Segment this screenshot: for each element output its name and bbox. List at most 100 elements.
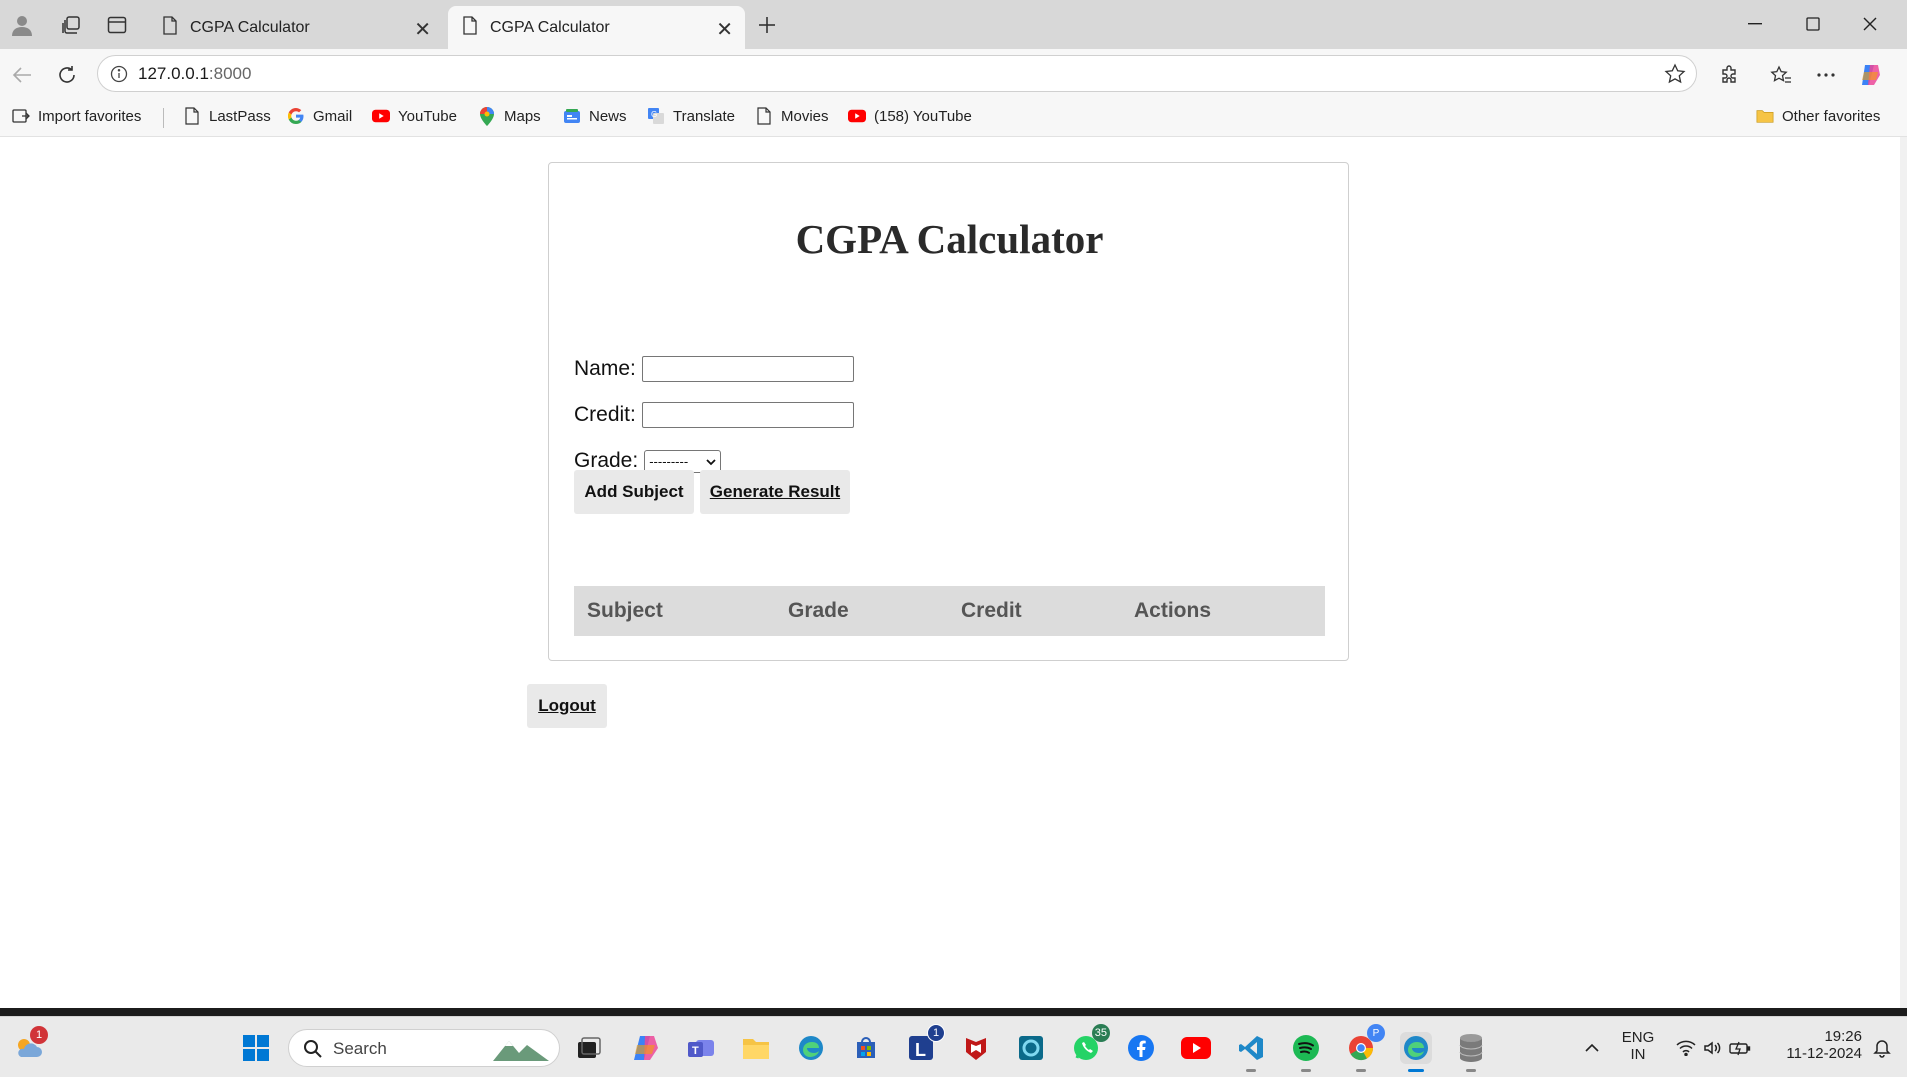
tab-bar: CGPA Calculator ✕ CGPA Calculator ✕ [0,0,1907,49]
microsoft-store-icon[interactable] [850,1032,882,1064]
whatsapp-icon[interactable]: 35 [1070,1024,1110,1064]
close-tab-icon[interactable]: ✕ [716,17,733,42]
tab-actions-icon[interactable] [104,12,130,38]
page-title: CGPA Calculator [795,216,1104,262]
name-input[interactable] [641,356,854,382]
edge-icon[interactable] [795,1032,827,1064]
logout-button[interactable]: Logout [527,684,607,728]
notifications-icon[interactable] [1866,1032,1898,1064]
database-app-icon[interactable] [1455,1032,1487,1072]
close-tab-icon[interactable]: ✕ [414,17,431,42]
profile-avatar-icon[interactable] [9,12,35,38]
search-highlight-art-icon [491,1035,551,1068]
url-host: 127.0.0.1 [138,64,209,83]
back-icon[interactable] [8,61,36,89]
address-bar[interactable]: 127.0.0.1:8000 [97,55,1697,92]
clock[interactable]: 19:26 11-12-2024 [1770,1028,1862,1062]
name-row: Name: [574,356,854,382]
mcafee-icon[interactable] [960,1032,992,1064]
cortana-app-icon[interactable] [1015,1032,1047,1064]
new-tab-icon[interactable] [754,12,780,38]
bookmark-label: Translate [673,107,735,125]
site-info-icon[interactable] [110,65,128,88]
language-line-1: ENG [1621,1029,1655,1046]
weather-badge: 1 [30,1026,48,1044]
add-subject-button[interactable]: Add Subject [574,470,694,514]
credit-label: Credit: [574,403,636,426]
bookmark-movies[interactable]: Movies [755,107,829,125]
task-view-icon[interactable] [573,1032,605,1064]
edge-active-icon[interactable] [1400,1032,1432,1072]
credit-input[interactable] [641,402,854,428]
bookmark-youtube-158[interactable]: (158) YouTube [848,107,972,125]
bookmark-translate[interactable]: G Translate [647,107,735,125]
more-menu-icon[interactable] [1812,61,1840,89]
taskbar-search-box[interactable]: Search [288,1029,560,1067]
chevron-down-icon [706,454,716,469]
clock-time: 19:26 [1824,1028,1862,1045]
favorites-bar: Import favorites LastPass Gmail YouTube … [0,99,1907,137]
column-header-actions: Actions [1134,599,1212,622]
bookmark-lastpass[interactable]: LastPass [183,107,271,125]
name-label: Name: [574,357,636,380]
favorite-star-icon[interactable] [1664,63,1686,90]
tab-cgpa-2[interactable]: CGPA Calculator ✕ [448,6,745,49]
taskbar: 1 Search T L 1 35 P ENG IN 19:26 11-12-2… [0,1016,1907,1077]
calculator-card: CGPA Calculator Name: Credit: Grade: ---… [548,162,1349,661]
tab-title: CGPA Calculator [190,18,310,36]
file-explorer-icon[interactable] [740,1032,772,1064]
maximize-icon[interactable] [1793,10,1833,38]
tab-cgpa-1[interactable]: CGPA Calculator ✕ [148,6,443,49]
bookmark-label: Movies [781,107,829,125]
bookmark-import-favorites[interactable]: Import favorites [12,107,141,125]
facebook-icon[interactable] [1125,1032,1157,1064]
teams-icon[interactable]: T [685,1032,717,1064]
bookmark-label: YouTube [398,107,457,125]
page-icon [183,107,201,125]
weather-widget-icon[interactable]: 1 [12,1026,48,1064]
bookmark-label: Maps [504,107,541,125]
bookmark-separator [163,108,164,128]
language-indicator[interactable]: ENG IN [1618,1029,1658,1063]
favorites-icon[interactable] [1767,61,1795,89]
bookmark-youtube[interactable]: YouTube [372,107,457,125]
clock-date: 11-12-2024 [1786,1045,1862,1062]
svg-text:G: G [651,110,657,119]
bookmark-other-favorites[interactable]: Other favorites [1756,107,1880,125]
page-icon [755,107,773,125]
battery-icon[interactable] [1724,1032,1756,1064]
news-icon [563,107,581,125]
l-app-icon[interactable]: L 1 [905,1024,945,1064]
grade-selected-value: --------- [649,453,689,469]
copilot-app-icon[interactable] [630,1032,662,1064]
bookmark-gmail[interactable]: Gmail [287,107,352,125]
search-icon [303,1039,323,1064]
show-hidden-icons-chevron-icon[interactable] [1576,1032,1608,1064]
results-table: Subject Grade Credit Actions [574,586,1325,636]
refresh-icon[interactable] [53,61,81,89]
column-header-credit: Credit [961,599,1022,622]
close-window-icon[interactable] [1850,10,1890,38]
page-icon [462,15,478,40]
maps-pin-icon [478,106,496,126]
spotify-icon[interactable] [1290,1032,1322,1072]
bookmark-news[interactable]: News [563,107,627,125]
folder-icon [1756,107,1774,125]
minimize-icon[interactable] [1735,10,1775,38]
generate-result-button[interactable]: Generate Result [700,470,850,514]
table-header-row: Subject Grade Credit Actions [574,586,1325,636]
running-indicator [1466,1069,1476,1072]
bookmark-label: Other favorites [1782,107,1881,125]
scrollbar-track[interactable] [1900,137,1907,1008]
bookmark-maps[interactable]: Maps [478,106,541,126]
youtube-app-icon[interactable] [1180,1032,1212,1064]
vscode-icon[interactable] [1235,1032,1267,1072]
copilot-icon[interactable] [1857,61,1885,89]
workspaces-icon[interactable] [58,12,84,38]
page-icon [162,15,178,40]
chrome-icon[interactable]: P [1345,1024,1385,1072]
bookmark-label: Import favorites [38,107,142,125]
windows-start-icon[interactable] [240,1032,272,1064]
chrome-profile-badge: P [1367,1024,1385,1042]
extensions-icon[interactable] [1715,61,1743,89]
